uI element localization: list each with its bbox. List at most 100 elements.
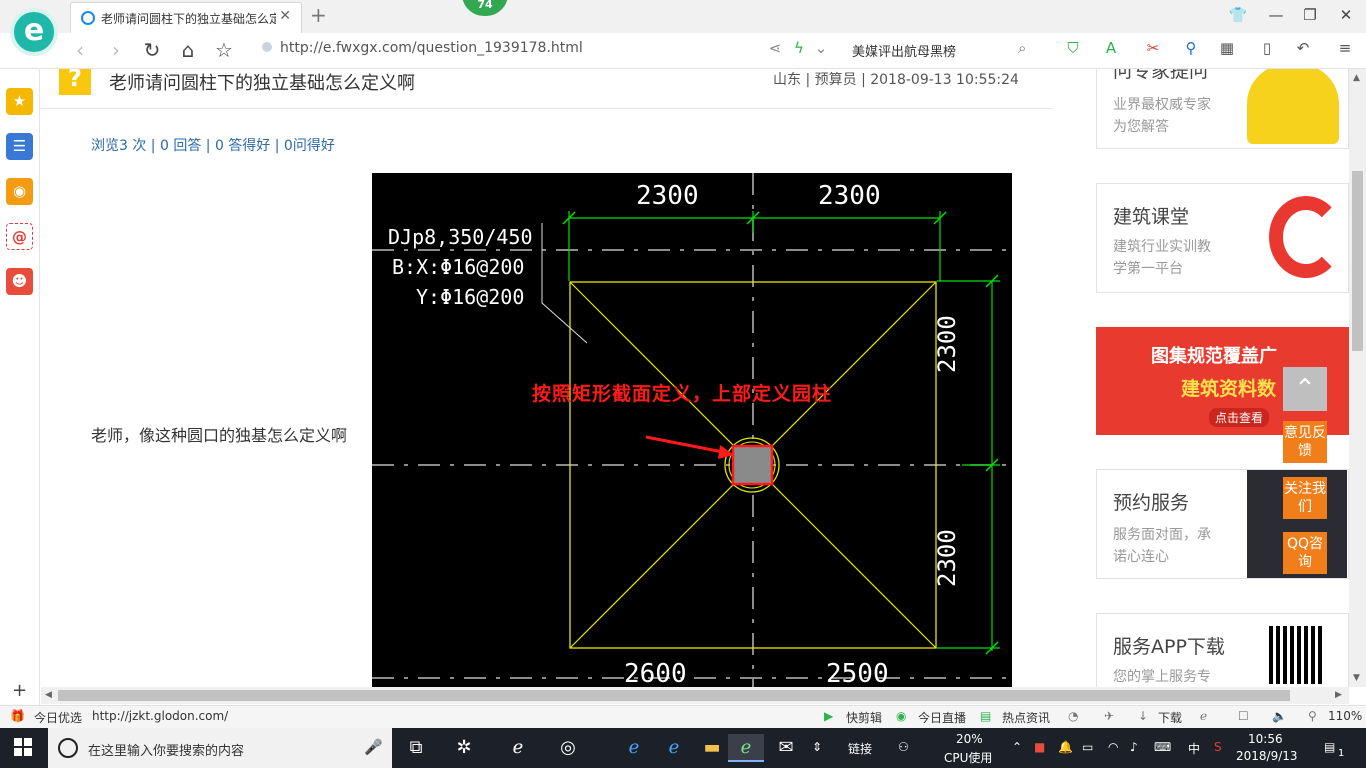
scissors-icon[interactable]: ✂ — [1142, 39, 1164, 57]
vertical-scroll-thumb[interactable] — [1352, 171, 1363, 351]
footing-label-1: DJp8,350/450 — [388, 225, 533, 249]
horizontal-scrollbar[interactable]: ◀ ▶ — [41, 687, 1349, 704]
share-icon[interactable]: ⋖ — [764, 39, 786, 57]
clock-date[interactable]: 2018/9/13 — [1236, 749, 1298, 763]
ie-mode-icon[interactable]: ℯ — [1200, 709, 1207, 723]
hot-news[interactable]: 热点资讯 — [1002, 709, 1050, 726]
restore-button[interactable]: ❐ — [1300, 6, 1320, 24]
new-tab-button[interactable]: + — [310, 3, 327, 27]
today-picks[interactable]: 今日优选 — [34, 709, 82, 726]
wifi-icon[interactable]: ◠ — [1108, 740, 1118, 754]
magnifier-icon[interactable]: ⚲ — [1180, 39, 1202, 57]
forward-icon[interactable]: › — [104, 38, 128, 62]
browser-logo[interactable]: e — [10, 8, 58, 56]
scroll-right-icon[interactable]: ▶ — [1335, 690, 1342, 700]
gift-icon[interactable]: 🎁 — [10, 709, 25, 723]
people-icon[interactable]: ⚇ — [898, 740, 909, 754]
news-icon[interactable]: ☰ — [6, 133, 33, 160]
fan-app-icon[interactable]: ✲ — [446, 734, 482, 762]
link-label[interactable]: 链接 — [848, 740, 872, 757]
scroll-left-icon[interactable]: ◀ — [45, 690, 52, 700]
translate-icon[interactable]: A — [1100, 39, 1122, 57]
chevron-down-icon[interactable]: ⌄ — [810, 39, 832, 57]
back-icon[interactable]: ‹ — [68, 38, 92, 62]
scroll-to-top-button[interactable]: ⌃ — [1283, 367, 1327, 411]
ad-app-download[interactable]: 服务APP下载 您的掌上服务专 — [1096, 613, 1349, 687]
reader-icon[interactable]: ▯ — [1256, 39, 1278, 57]
scroll-up-icon[interactable]: ▲ — [1353, 73, 1360, 83]
menu-icon[interactable]: ≡ — [1334, 39, 1356, 57]
close-window-button[interactable]: ✕ — [1336, 6, 1356, 24]
weibo-icon[interactable]: ◉ — [6, 178, 33, 205]
update-badge[interactable]: 74 — [462, 0, 508, 16]
search-icon[interactable]: ⌕ — [1018, 39, 1026, 57]
taskbar-search[interactable]: 在这里输入你要搜索的内容 🎤 — [48, 728, 392, 768]
browser-360-icon[interactable]: ℯ — [728, 734, 764, 762]
microphone-icon[interactable]: 🎤 — [364, 738, 383, 756]
feedback-button[interactable]: 意见反馈 — [1283, 421, 1327, 463]
zoom-level[interactable]: 110% — [1328, 709, 1362, 723]
dim-right-top: 2300 — [933, 315, 961, 373]
thumb-app-icon[interactable]: ■ — [1034, 740, 1045, 754]
horizontal-scroll-thumb[interactable] — [58, 690, 1290, 701]
ad-building-class[interactable]: 建筑课堂 建筑行业实训教 学第一平台 — [1096, 183, 1349, 293]
apps-icon[interactable]: ▦ — [1216, 39, 1238, 57]
download-icon[interactable]: ↓ — [1138, 709, 1148, 723]
live-icon[interactable]: ◉ — [896, 709, 906, 723]
add-sidebar-button[interactable]: + — [12, 680, 27, 701]
window-icon[interactable]: ☐ — [1238, 709, 1249, 723]
scroll-down-icon[interactable]: ▼ — [1353, 673, 1360, 683]
show-hidden-icon[interactable]: ⌃ — [1012, 740, 1022, 754]
bell-icon[interactable]: 🔔 — [1058, 740, 1073, 754]
follow-us-button[interactable]: 关注我们 — [1283, 477, 1327, 519]
mail-app-icon[interactable]: ✉ — [768, 734, 804, 762]
ad-ask-expert[interactable]: 问专家提问 业界最权威专家 为您解答 — [1096, 69, 1349, 149]
question-header: ? 老师请问圆柱下的独立基础怎么定义啊 山东 | 预算员 | 2018-09-1… — [41, 69, 1053, 109]
live-today[interactable]: 今日直播 — [918, 709, 966, 726]
battery-icon[interactable]: ▭ — [1082, 740, 1093, 754]
notification-icon[interactable]: ▤ — [1324, 740, 1335, 754]
refresh-icon[interactable]: ↻ — [140, 38, 164, 62]
question-meta: 山东 | 预算员 | 2018-09-13 10:55:24 — [773, 72, 1019, 88]
favorites-icon[interactable]: ★ — [6, 88, 33, 115]
speed-icon[interactable]: ◔ — [1068, 709, 1078, 723]
vertical-scrollbar[interactable]: ▲ ▼ — [1349, 69, 1366, 687]
lightning-icon[interactable]: ϟ — [788, 39, 810, 57]
chevron-icon[interactable]: ⇕ — [812, 740, 822, 754]
qq-consult-button[interactable]: QQ咨询 — [1283, 532, 1327, 574]
ie-browser-icon[interactable]: ℯ — [500, 734, 536, 762]
question-stats[interactable]: 浏览3 次 | 0 回答 | 0 答得好 | 0问得好 — [91, 135, 335, 155]
mail-icon[interactable]: @ — [6, 223, 33, 250]
skin-icon[interactable]: 👕 — [1228, 6, 1248, 24]
task-view-icon[interactable]: ⧉ — [398, 734, 434, 762]
windows-start-icon[interactable] — [14, 738, 32, 756]
url-input[interactable]: http://e.fwxgx.com/question_1939178.html — [262, 40, 742, 60]
clock-time[interactable]: 10:56 — [1248, 732, 1283, 746]
ad-line2: 点击查看 — [1209, 408, 1270, 427]
internet-explorer-icon[interactable]: ℯ — [656, 734, 692, 762]
news-icon-status[interactable]: ▤ — [980, 709, 991, 723]
browser-tab[interactable]: 老师请问圆柱下的独立基础怎么定义 ✕ — [70, 2, 302, 33]
zoom-icon[interactable]: ⚲ — [1308, 709, 1317, 723]
minimize-button[interactable]: — — [1266, 6, 1286, 24]
file-explorer-icon[interactable]: ▬ — [694, 734, 730, 762]
undo-icon[interactable]: ↶ — [1292, 39, 1314, 57]
edge-icon[interactable]: ℯ — [616, 734, 652, 762]
network-app-icon[interactable]: ◎ — [550, 734, 586, 762]
star-icon[interactable]: ☆ — [212, 38, 236, 62]
keyboard-icon[interactable]: ⌨ — [1154, 740, 1171, 754]
sogou-icon[interactable]: S — [1214, 740, 1222, 754]
quick-edit-icon[interactable]: ▶ — [824, 709, 833, 723]
search-input[interactable]: 美媒评出航母黑榜 — [852, 41, 956, 60]
downloads[interactable]: 下载 — [1158, 709, 1182, 726]
shield-icon[interactable]: ⛉ — [1062, 39, 1084, 57]
home-icon[interactable]: ⌂ — [176, 38, 200, 62]
game-icon[interactable]: ☻ — [6, 268, 33, 295]
volume-icon[interactable]: 🔈 — [1272, 709, 1287, 723]
close-tab-icon[interactable]: ✕ — [279, 8, 291, 24]
ime-indicator[interactable]: 中 — [1188, 740, 1200, 757]
speaker-icon[interactable]: ♪ — [1130, 740, 1138, 754]
quick-edit[interactable]: 快剪辑 — [846, 709, 882, 726]
cortana-icon[interactable] — [58, 738, 78, 758]
pin-icon[interactable]: ✈ — [1104, 709, 1114, 723]
